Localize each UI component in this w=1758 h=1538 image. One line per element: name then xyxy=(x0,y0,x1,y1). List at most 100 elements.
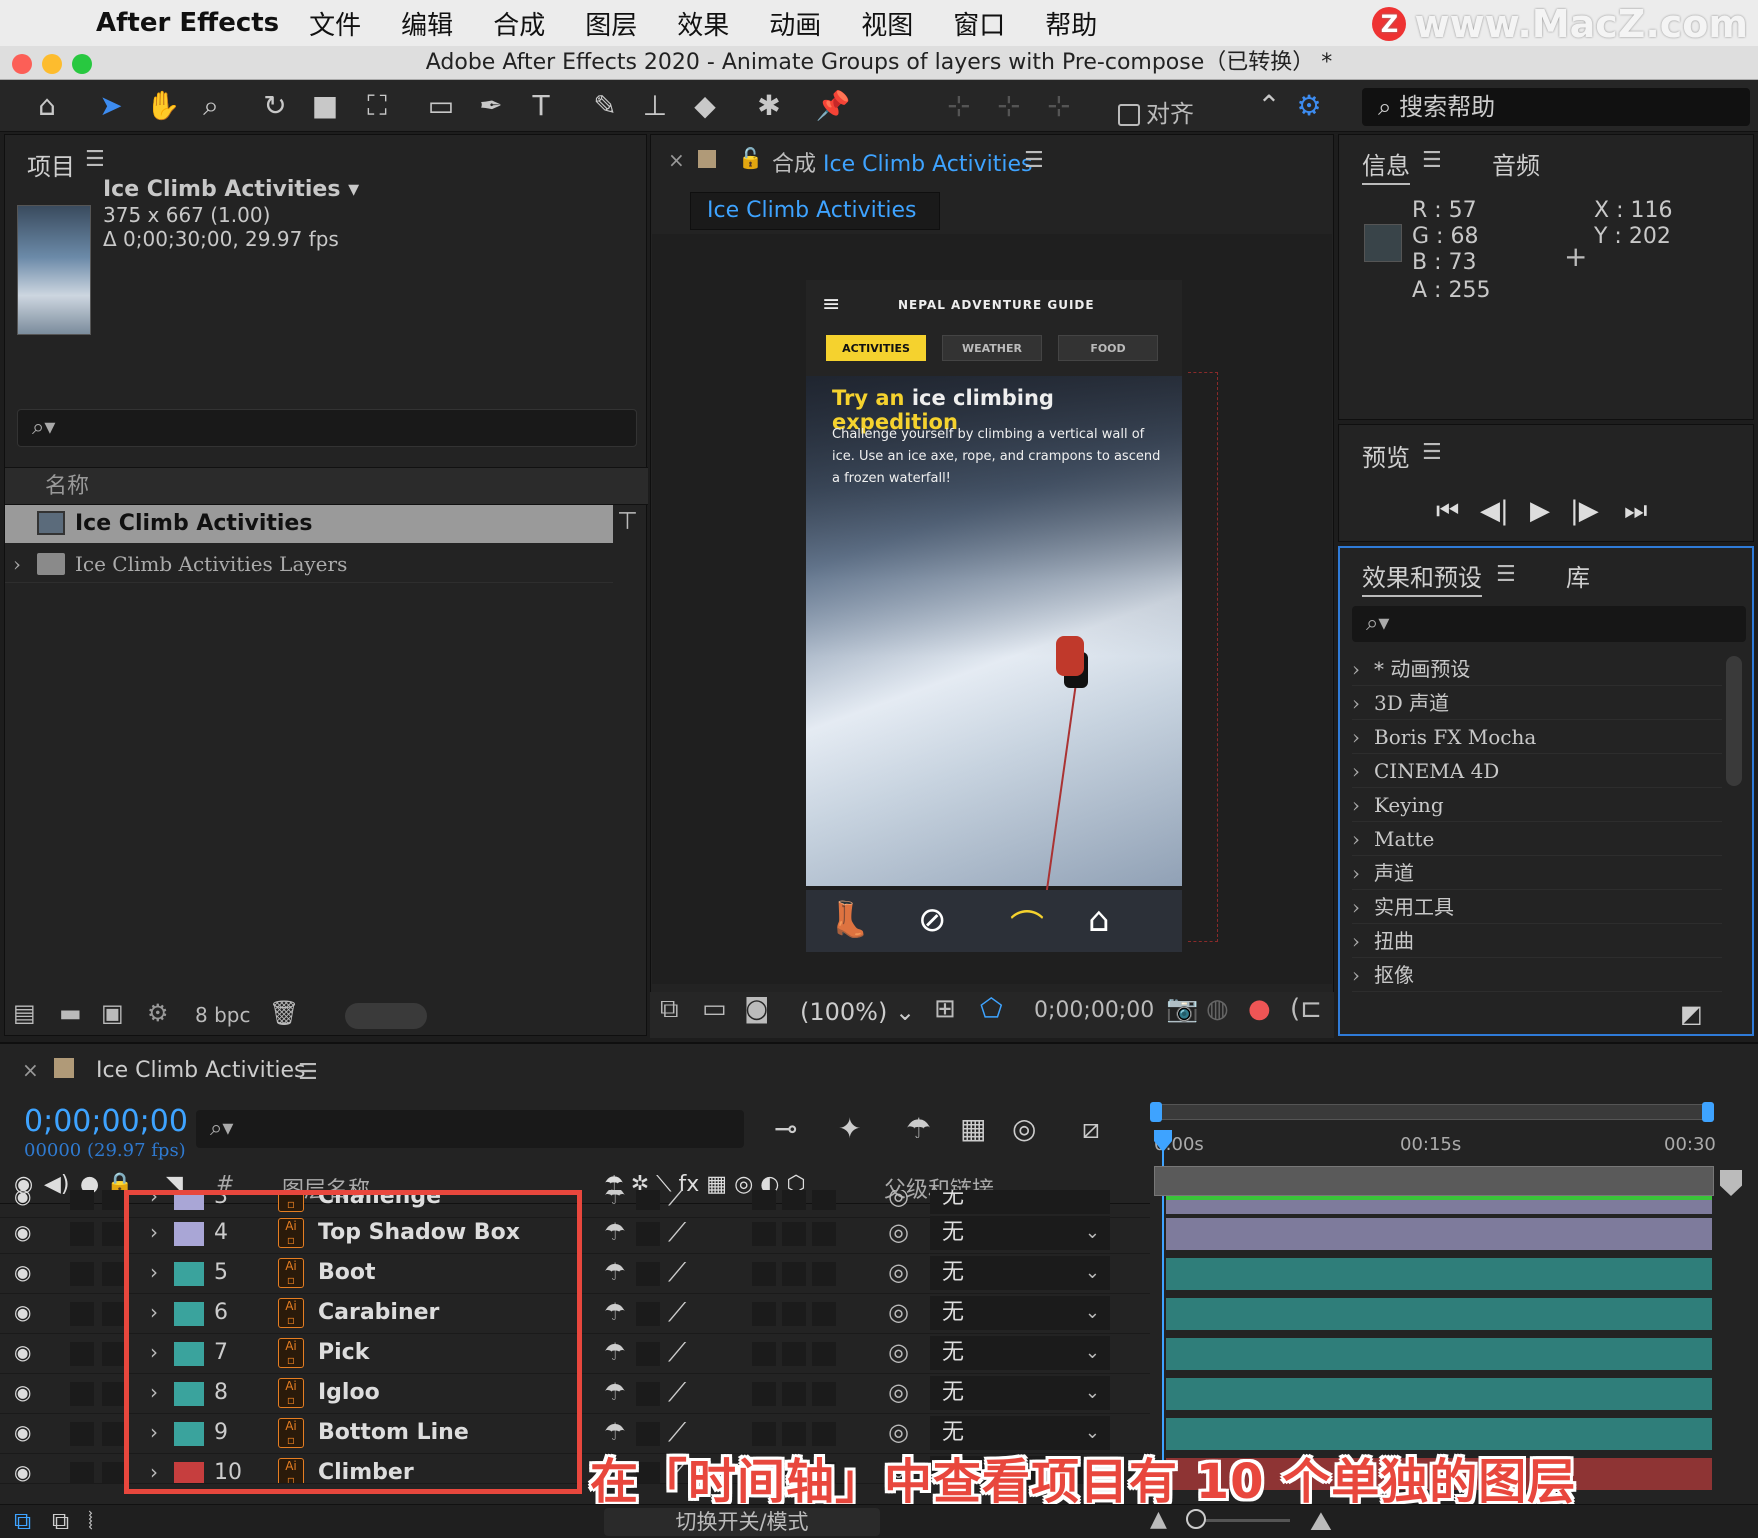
solo-toggle[interactable] xyxy=(70,1302,94,1326)
hamburger-menu-icon[interactable]: ☰ xyxy=(1422,440,1442,465)
region-of-interest-icon[interactable]: (⊏ xyxy=(1290,994,1322,1024)
shy-switch-icon[interactable]: ☂ xyxy=(604,1378,626,1406)
effect-switch[interactable] xyxy=(752,1382,776,1406)
draft-3d-icon[interactable]: ✦ xyxy=(838,1112,861,1145)
quality-switch-icon[interactable]: ⟋ xyxy=(668,1298,686,1329)
shy-switch-icon[interactable]: ☂ xyxy=(604,1258,626,1286)
menu-view[interactable]: 视图 xyxy=(861,5,913,42)
solo-toggle[interactable] xyxy=(70,1422,94,1446)
3d-glasses-icon[interactable]: ◙ xyxy=(744,994,769,1024)
flowchart-icon[interactable]: ⊤ xyxy=(617,507,638,535)
eye-icon[interactable]: ◉ xyxy=(14,1300,31,1324)
pick-whip-icon[interactable]: ◎ xyxy=(888,1298,909,1326)
lock-icon[interactable]: 🔓 xyxy=(738,146,763,170)
in-out-icon[interactable]: ⦚ xyxy=(88,1507,93,1535)
align-checkbox-box[interactable] xyxy=(1118,104,1140,126)
layer-duration-bar[interactable] xyxy=(1166,1258,1712,1290)
tab-effects-presets[interactable]: 效果和预设 xyxy=(1362,558,1482,597)
work-area-end-handle[interactable] xyxy=(1702,1102,1714,1122)
layer-duration-bar[interactable] xyxy=(1166,1218,1712,1250)
snapping-icon[interactable]: ⌃ xyxy=(1250,88,1288,124)
trash-icon[interactable]: 🗑 xyxy=(269,999,299,1027)
current-time-display[interactable]: 0;00;00;00 xyxy=(1034,998,1154,1023)
lock-toggle[interactable] xyxy=(102,1262,126,1286)
thumbnail-size-slider[interactable] xyxy=(345,1003,427,1029)
monitor-icon[interactable]: ▭ xyxy=(702,994,727,1024)
menu-animation[interactable]: 动画 xyxy=(769,5,821,42)
motion-blur-switch[interactable] xyxy=(782,1382,806,1406)
parent-dropdown[interactable]: 无⌄ xyxy=(930,1256,1110,1290)
chevron-right-icon[interactable]: › xyxy=(1352,958,1374,992)
minimize-window-button[interactable] xyxy=(42,54,62,74)
world-axis-icon[interactable]: ⊹ xyxy=(990,88,1028,124)
chevron-right-icon[interactable]: › xyxy=(13,545,21,583)
menu-help[interactable]: 帮助 xyxy=(1045,5,1097,42)
new-composition-icon[interactable]: ▣ xyxy=(101,999,124,1027)
tab-library[interactable]: 库 xyxy=(1566,558,1590,593)
eye-icon[interactable]: ◉ xyxy=(14,1260,31,1284)
preview-title[interactable]: 预览 xyxy=(1362,438,1410,473)
effect-switch[interactable] xyxy=(752,1262,776,1286)
layer-duration-bar[interactable] xyxy=(1166,1338,1712,1370)
timeline-zoom-slider-thumb[interactable] xyxy=(1186,1509,1206,1529)
eye-icon[interactable]: ◉ xyxy=(14,1340,31,1364)
lock-toggle[interactable] xyxy=(102,1382,126,1406)
effects-search-input[interactable]: ⌕▾ xyxy=(1352,606,1746,642)
motion-blur-switch[interactable] xyxy=(782,1262,806,1286)
effects-item[interactable]: › 声道 xyxy=(1352,856,1722,890)
next-frame-icon[interactable]: |▶ xyxy=(1570,496,1599,526)
chevron-right-icon[interactable]: › xyxy=(1352,822,1374,856)
chevron-right-icon[interactable]: › xyxy=(1352,686,1374,720)
timeline-search-input[interactable]: ⌕▾ xyxy=(196,1110,744,1148)
workspace-icon[interactable]: ⚙ xyxy=(1290,88,1328,124)
pen-tool-icon[interactable]: ✒ xyxy=(472,88,510,124)
effects-item[interactable]: › 实用工具 xyxy=(1352,890,1722,924)
roto-brush-icon[interactable]: ✱ xyxy=(750,88,788,124)
collapse-switch[interactable] xyxy=(636,1190,660,1210)
chevron-right-icon[interactable]: › xyxy=(1352,652,1374,686)
effects-item[interactable]: › Keying xyxy=(1352,788,1722,822)
shy-layers-icon[interactable]: ☂ xyxy=(906,1112,931,1145)
project-panel-title[interactable]: 项目 xyxy=(27,147,75,182)
menu-effect[interactable]: 效果 xyxy=(677,5,729,42)
effects-item[interactable]: › CINEMA 4D xyxy=(1352,754,1722,788)
parent-dropdown[interactable]: 无⌄ xyxy=(930,1376,1110,1410)
collapse-switch[interactable] xyxy=(636,1382,660,1406)
effects-scrollbar[interactable] xyxy=(1726,656,1742,786)
clone-stamp-icon[interactable]: ⊥ xyxy=(636,88,674,124)
pick-whip-icon[interactable]: ◎ xyxy=(888,1218,909,1246)
project-column-header-name[interactable]: 名称 xyxy=(5,467,648,505)
play-icon[interactable]: ▶ xyxy=(1530,496,1550,526)
solo-toggle[interactable] xyxy=(70,1262,94,1286)
collapse-switch[interactable] xyxy=(636,1342,660,1366)
shy-switch-icon[interactable]: ☂ xyxy=(604,1218,626,1246)
lock-toggle[interactable] xyxy=(102,1302,126,1326)
layer-switches-icon[interactable]: ⧉ xyxy=(14,1507,31,1535)
quality-switch-icon[interactable]: ⟋ xyxy=(668,1258,686,1289)
effects-item[interactable]: › 扭曲 xyxy=(1352,924,1722,958)
chevron-right-icon[interactable]: › xyxy=(1352,856,1374,890)
solo-toggle[interactable] xyxy=(70,1462,94,1483)
zoom-in-icon[interactable]: ⛰ xyxy=(1310,1507,1332,1538)
hamburger-menu-icon[interactable]: ☰ xyxy=(85,147,105,172)
effect-switch[interactable] xyxy=(752,1302,776,1326)
quality-switch-icon[interactable]: ⟋ xyxy=(668,1378,686,1409)
hand-tool-icon[interactable]: ✋ xyxy=(144,88,182,124)
layer-duration-bar[interactable] xyxy=(1166,1378,1712,1410)
menu-layer[interactable]: 图层 xyxy=(585,5,637,42)
view-axis-icon[interactable]: ⊹ xyxy=(1040,88,1078,124)
zoom-tool-icon[interactable]: ⌕ xyxy=(192,88,230,124)
close-window-button[interactable] xyxy=(12,54,32,74)
adjustment-switch[interactable] xyxy=(812,1190,836,1210)
menu-window[interactable]: 窗口 xyxy=(953,5,1005,42)
interpret-footage-icon[interactable]: ▤ xyxy=(13,999,36,1027)
chevron-right-icon[interactable]: › xyxy=(1352,788,1374,822)
always-preview-icon[interactable]: ⧉ xyxy=(660,994,679,1025)
motion-blur-switch[interactable] xyxy=(782,1222,806,1246)
shy-switch-icon[interactable]: ☂ xyxy=(604,1298,626,1326)
collapse-switch[interactable] xyxy=(636,1302,660,1326)
effects-item[interactable]: › 3D 声道 xyxy=(1352,686,1722,720)
timeline-timecode[interactable]: 0;00;00;00 xyxy=(24,1104,188,1139)
lock-toggle[interactable] xyxy=(102,1342,126,1366)
adjustment-switch[interactable] xyxy=(812,1262,836,1286)
